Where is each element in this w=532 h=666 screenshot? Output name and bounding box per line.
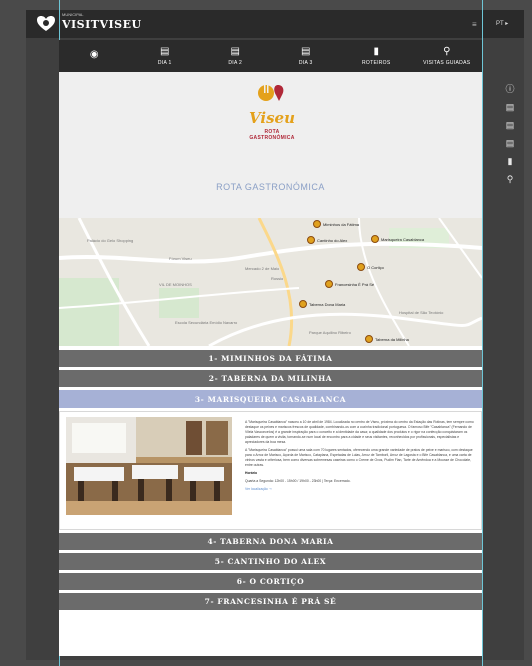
info-icon[interactable]: ⓘ [505, 84, 514, 94]
map-pin[interactable]: O Cortiço [357, 263, 384, 271]
restaurant-accordion: 1- MIMINHOS DA FÁTIMA 2- TABERNA DA MILI… [59, 350, 482, 613]
pin-label: Francesinha É Prá Sé [335, 281, 375, 287]
nav-item-dia-3[interactable]: ▤ DIA 3 [271, 40, 342, 72]
pin-label: O Cortiço [367, 264, 384, 270]
heart-logo-icon [37, 16, 55, 31]
guide-icon[interactable]: ⚲ [507, 174, 514, 184]
compass-icon: ◉ [89, 49, 99, 60]
map-place-label: Parque Aquilino Ribeiro [309, 330, 351, 335]
accordion-item[interactable]: 6- O CORTIÇO [59, 573, 482, 590]
language-selector[interactable]: PT ▸ [496, 20, 508, 27]
pin-label: Taberna Dona Maria [309, 301, 346, 307]
guide-icon: ⚲ [443, 46, 451, 57]
top-bar: MUNICIPAL VISITVISEU ≡ PT ▸ [26, 10, 524, 38]
calendar-icon: ▤ [301, 46, 311, 57]
restaurant-photo [66, 417, 232, 515]
accordion-panel: A "Marisqueira Casablanca" nasceu a 10 d… [59, 411, 482, 530]
location-link[interactable]: Ver localização ⇢ [245, 487, 475, 492]
nav-item-roteiros[interactable]: ▮ ROTEIROS [341, 40, 412, 72]
route-map[interactable]: Palácio do Gelo Shopping Fórum Viseu Ros… [59, 218, 482, 346]
pin-icon [307, 236, 315, 244]
bottle-icon: ▮ [373, 46, 379, 57]
nav-item-dia-2[interactable]: ▤ DIA 2 [200, 40, 271, 72]
map-pin[interactable]: Taberna da Milinha [365, 335, 409, 343]
hours-title: Horário [245, 471, 258, 475]
nav-label: DIA 2 [228, 60, 243, 66]
accordion-item-active[interactable]: 3- MARISQUEIRA CASABLANCA [59, 390, 482, 408]
description-paragraph: A "Marisqueira Casablanca" nasceu a 10 d… [245, 420, 474, 444]
page-content: ◉ ▤ DIA 1 ▤ DIA 2 ▤ DIA 3 ▮ ROTEIROS ⚲ V… [59, 40, 482, 656]
map-pin[interactable]: Cantinho do Alex [307, 236, 347, 244]
hamburger-icon[interactable]: ≡ [472, 20, 477, 29]
restaurant-description: A "Marisqueira Casablanca" nasceu a 10 d… [245, 420, 475, 495]
nav-label: ROTEIROS [361, 60, 391, 66]
map-place-label: Escola Secundária Emídio Navarro [175, 320, 238, 325]
nav-item-dia-1[interactable]: ▤ DIA 1 [130, 40, 201, 72]
pin-icon [325, 280, 333, 288]
accordion-item[interactable]: 7- FRANCESINHA É PRÁ SÉ [59, 593, 482, 610]
pin-icon [371, 235, 379, 243]
pin-label: Cantinho do Alex [317, 237, 348, 243]
brand-small-label: MUNICIPAL [62, 12, 84, 17]
calendar-icon[interactable]: ▤ [506, 102, 515, 112]
hours-text: Quarta a Segunda: 12h00 - 15h00 / 19h00 … [245, 479, 351, 483]
map-place-label: Fórum Viseu [169, 256, 192, 261]
nav-label: DIA 1 [157, 60, 172, 66]
map-place-label: Mercado 2 de Maio [245, 266, 280, 271]
fork-spoon-icon [258, 85, 284, 101]
right-rail: ⓘ ▤ ▤ ▤ ▮ ⚲ [500, 84, 520, 184]
pin-label: Miminhos da Fátima [323, 221, 360, 227]
page-title: ROTA GASTRONÓMICA [216, 182, 325, 192]
pin-label: Taberna da Milinha [375, 336, 409, 342]
pin-icon [357, 263, 365, 271]
map-place-label: Rossio [271, 276, 284, 281]
accordion-item[interactable]: 5- CANTINHO DO ALEX [59, 553, 482, 570]
calendar-icon: ▤ [230, 46, 240, 57]
description-paragraph: A "Marisqueira Casablanca" possui uma sa… [245, 448, 473, 467]
pin-label: Marisqueira Casablanca [381, 236, 425, 242]
calendar-icon: ▤ [160, 46, 170, 57]
map-pin[interactable]: Miminhos da Fátima [313, 220, 359, 228]
pin-icon [313, 220, 321, 228]
hero-section: Viseu ROTA GASTRONÓMICA ROTA GASTRONÓMIC… [59, 72, 482, 346]
map-pin[interactable]: Marisqueira Casablanca [371, 235, 424, 243]
layout-guide-right [482, 0, 483, 666]
restaurant-photo-image [66, 417, 232, 515]
map-pin[interactable]: Francesinha É Prá Sé [325, 280, 374, 288]
main-nav: ◉ ▤ DIA 1 ▤ DIA 2 ▤ DIA 3 ▮ ROTEIROS ⚲ V… [59, 40, 482, 72]
nav-item-visitas-guiadas[interactable]: ⚲ VISITAS GUIADAS [412, 40, 483, 72]
logo-subtitle: ROTA GASTRONÓMICA [249, 129, 295, 141]
nav-label: VISITAS GUIADAS [423, 60, 471, 66]
map-place-label: Palácio do Gelo Shopping [87, 238, 134, 243]
map-pin[interactable]: Taberna Dona Maria [299, 300, 345, 308]
accordion-item[interactable]: 1- MIMINHOS DA FÁTIMA [59, 350, 482, 367]
map-place-label: Hospital de São Teotónio [399, 310, 444, 315]
map-place-label: VIL DE MOINHOS [159, 282, 192, 287]
logo-word: Viseu [249, 109, 295, 127]
pin-icon [299, 300, 307, 308]
accordion-item[interactable]: 2- TABERNA DA MILINHA [59, 370, 482, 387]
brand-name: VISITVISEU [62, 17, 142, 31]
visitviseu-logo[interactable]: MUNICIPAL VISITVISEU [36, 12, 142, 33]
pin-icon [365, 335, 373, 343]
calendar-icon[interactable]: ▤ [506, 138, 515, 148]
nav-item-home[interactable]: ◉ [59, 40, 130, 72]
bottle-icon[interactable]: ▮ [508, 156, 513, 166]
accordion-item[interactable]: 4- TABERNA DONA MARIA [59, 533, 482, 550]
nav-label: DIA 3 [298, 60, 313, 66]
rota-gastronomica-logo: Viseu ROTA GASTRONÓMICA [242, 82, 302, 141]
calendar-icon[interactable]: ▤ [506, 120, 515, 130]
